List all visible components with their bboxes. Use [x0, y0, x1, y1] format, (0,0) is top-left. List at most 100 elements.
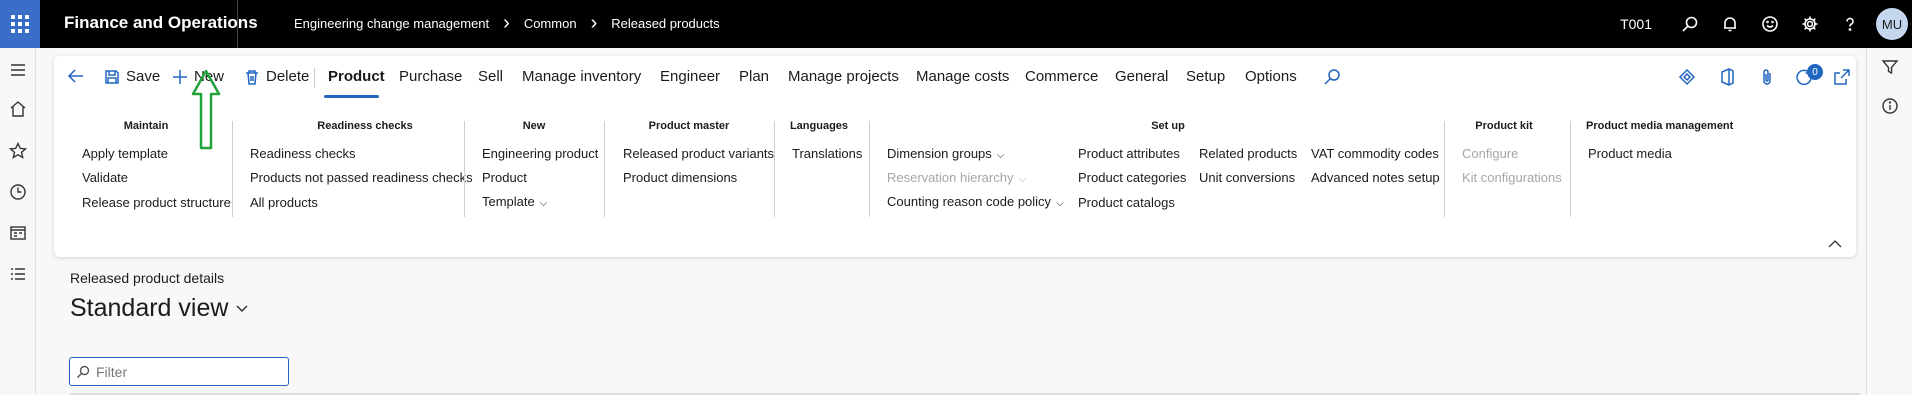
star-icon[interactable]	[8, 141, 28, 161]
group-divider	[869, 121, 870, 217]
readiness-checks-button[interactable]: Readiness checks	[250, 146, 356, 161]
tab-manage-projects[interactable]: Manage projects	[788, 68, 899, 85]
group-divider	[464, 121, 465, 217]
workspaces-icon[interactable]	[8, 223, 28, 243]
product-media-button[interactable]: Product media	[1588, 146, 1672, 161]
app-name[interactable]: Finance and Operations	[64, 13, 258, 33]
product-attributes-button[interactable]: Product attributes	[1078, 146, 1180, 161]
dimension-groups-label: Dimension groups	[887, 146, 992, 161]
left-navigation-pane	[0, 48, 36, 395]
power-apps-icon[interactable]	[1677, 67, 1699, 89]
tab-manage-costs[interactable]: Manage costs	[916, 68, 1009, 85]
chevron-down-icon: ⌵	[539, 198, 548, 209]
engineering-product-button[interactable]: Engineering product	[482, 146, 598, 161]
tab-setup[interactable]: Setup	[1186, 68, 1225, 85]
save-label: Save	[126, 68, 161, 85]
related-products-button[interactable]: Related products	[1199, 146, 1297, 161]
search-icon[interactable]	[1670, 0, 1710, 48]
office-icon[interactable]	[1717, 67, 1739, 89]
tab-plan[interactable]: Plan	[739, 68, 769, 85]
info-icon[interactable]	[1880, 96, 1900, 116]
release-product-structure-button[interactable]: Release product structure	[82, 195, 231, 210]
group-title-product-master: Product master	[648, 120, 730, 132]
dimension-groups-dropdown[interactable]: Dimension groups ⌵	[887, 146, 1004, 161]
chevron-down-icon: ⌵	[1018, 174, 1027, 185]
chevron-down-icon: ⌵	[996, 150, 1005, 161]
right-pane	[1866, 48, 1912, 395]
counting-reason-code-policy-dropdown[interactable]: Counting reason code policy ⌵	[887, 194, 1064, 209]
product-button[interactable]: Product	[482, 170, 527, 185]
hamburger-menu-icon[interactable]	[8, 60, 28, 80]
chevron-down-icon: ⌵	[1056, 198, 1064, 209]
collapse-chevron-up-icon[interactable]	[1828, 236, 1842, 248]
reservation-hierarchy-dropdown: Reservation hierarchy ⌵	[887, 170, 1026, 185]
filter-input[interactable]	[96, 363, 276, 380]
product-categories-button[interactable]: Product categories	[1078, 170, 1186, 185]
template-dropdown[interactable]: Template ⌵	[482, 194, 547, 209]
search-icon[interactable]	[1322, 67, 1344, 89]
refresh-icon[interactable]	[1794, 67, 1816, 89]
help-icon[interactable]	[1830, 0, 1870, 48]
breadcrumb-item-engineering-change-management[interactable]: Engineering change management	[294, 16, 489, 31]
group-title-languages: Languages	[789, 120, 849, 132]
tab-commerce[interactable]: Commerce	[1025, 68, 1098, 85]
tab-options[interactable]: Options	[1245, 68, 1297, 85]
product-catalogs-button[interactable]: Product catalogs	[1078, 195, 1175, 210]
released-product-variants-button[interactable]: Released product variants	[623, 146, 774, 161]
products-not-passed-readiness-button[interactable]: Products not passed readiness checks	[250, 170, 473, 185]
template-label: Template	[482, 194, 535, 209]
filter-icon[interactable]	[1880, 57, 1900, 77]
advanced-notes-setup-button[interactable]: Advanced notes setup	[1311, 170, 1440, 185]
tab-sell[interactable]: Sell	[478, 68, 503, 85]
search-icon	[77, 365, 90, 378]
product-dimensions-button[interactable]: Product dimensions	[623, 170, 737, 185]
delete-button[interactable]: Delete	[244, 68, 309, 85]
top-navigation-bar: Finance and Operations Engineering chang…	[0, 0, 1912, 48]
vat-commodity-codes-button[interactable]: VAT commodity codes	[1311, 146, 1439, 161]
action-bar: Save New Delete Product Purchase Sell Ma…	[54, 56, 1856, 98]
view-selector[interactable]: Standard view	[70, 294, 248, 323]
tab-purchase[interactable]: Purchase	[399, 68, 462, 85]
gear-icon[interactable]	[1790, 0, 1830, 48]
action-pane: Save New Delete Product Purchase Sell Ma…	[54, 56, 1856, 257]
bell-icon[interactable]	[1710, 0, 1750, 48]
command-separator	[314, 68, 315, 88]
validate-button[interactable]: Validate	[82, 170, 128, 185]
company-picker[interactable]: T001	[1620, 16, 1652, 32]
open-in-new-window-icon[interactable]	[1832, 67, 1854, 89]
app-launcher-waffle-icon[interactable]	[0, 0, 40, 48]
group-divider	[1444, 121, 1445, 217]
group-divider	[1570, 121, 1571, 217]
avatar[interactable]: MU	[1876, 8, 1908, 40]
view-name: Standard view	[70, 294, 229, 322]
clock-icon[interactable]	[8, 182, 28, 202]
group-title-new: New	[522, 120, 546, 132]
page-caption: Released product details	[70, 270, 225, 286]
breadcrumb-item-common[interactable]: Common	[524, 16, 577, 31]
tab-general[interactable]: General	[1115, 68, 1168, 85]
tab-engineer[interactable]: Engineer	[660, 68, 720, 85]
modules-list-icon[interactable]	[8, 264, 28, 284]
breadcrumb-item-released-products[interactable]: Released products	[611, 16, 719, 31]
filter-box[interactable]	[69, 357, 289, 386]
save-button[interactable]: Save	[104, 68, 160, 85]
trash-icon	[246, 69, 258, 85]
reservation-hierarchy-label: Reservation hierarchy	[887, 170, 1014, 185]
attachments-icon[interactable]	[1757, 67, 1779, 89]
tab-manage-inventory[interactable]: Manage inventory	[522, 68, 641, 85]
all-products-button[interactable]: All products	[250, 195, 318, 210]
group-title-product-kit: Product kit	[1475, 120, 1533, 132]
home-icon[interactable]	[8, 99, 28, 119]
group-divider	[604, 121, 605, 217]
translations-button[interactable]: Translations	[792, 146, 862, 161]
unit-conversions-button[interactable]: Unit conversions	[1199, 170, 1295, 185]
arrow-up-annotation-icon	[191, 70, 221, 150]
chevron-right-icon: ›	[503, 12, 510, 34]
apply-template-button[interactable]: Apply template	[82, 146, 168, 161]
plus-icon	[173, 69, 187, 84]
group-title-product-media-management: Product media management	[1586, 120, 1734, 132]
smiley-icon[interactable]	[1750, 0, 1790, 48]
active-tab-indicator	[324, 95, 379, 98]
back-button[interactable]	[66, 66, 92, 86]
tab-product[interactable]: Product	[328, 68, 385, 85]
